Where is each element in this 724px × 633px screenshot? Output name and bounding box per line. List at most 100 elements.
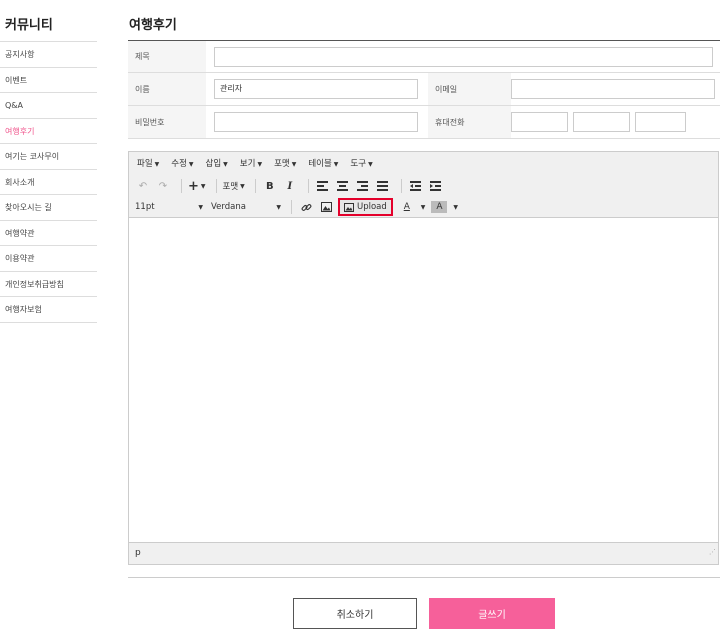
sidebar-item-directions[interactable]: 찾아오시는 길 [0, 195, 97, 221]
insert-plus-icon[interactable]: + ▼ [188, 178, 206, 194]
outdent-svg [410, 181, 422, 191]
sidebar-item-about[interactable]: 회사소개 [0, 170, 97, 195]
indent-svg [430, 181, 442, 191]
caret-down-icon: ▼ [240, 182, 245, 190]
sidebar-item-koh-samui[interactable]: 여기는 코사무이 [0, 144, 97, 170]
bottom-divider [128, 577, 720, 578]
image-icon[interactable] [318, 199, 334, 215]
align-justify-icon[interactable] [375, 178, 391, 194]
menu-file[interactable]: 파일 ▼ [137, 157, 159, 169]
menu-insert[interactable]: 삽입 ▼ [206, 157, 228, 169]
caret-down-icon: ▼ [188, 161, 194, 168]
menu-table-label: 테이블 [308, 159, 332, 169]
phone-input-3[interactable] [635, 112, 686, 132]
sidebar-menu: 공지사항 이벤트 Q&A 여행후기 여기는 코사무이 회사소개 찾아오시는 길 … [0, 41, 97, 323]
caret-down-icon[interactable]: ▼ [421, 204, 426, 211]
menu-table[interactable]: 테이블 ▼ [308, 157, 338, 169]
caret-down-icon: ▼ [368, 161, 373, 168]
caret-down-icon: ▼ [333, 161, 339, 168]
caret-down-icon[interactable]: ▼ [453, 204, 458, 211]
menu-view[interactable]: 보기 ▼ [240, 157, 262, 169]
outdent-icon[interactable] [408, 178, 424, 194]
phone-label: 휴대전화 [428, 106, 511, 138]
align-justify-svg [377, 181, 389, 191]
sidebar-item-insurance[interactable]: 여행자보험 [0, 297, 97, 323]
phone-input-2[interactable] [573, 112, 630, 132]
redo-icon[interactable]: ↷ [155, 178, 171, 194]
upload-image-icon [344, 202, 354, 212]
sidebar-item-event[interactable]: 이벤트 [0, 68, 97, 93]
sidebar-item-terms-of-use[interactable]: 이용약관 [0, 246, 97, 272]
font-size-dropdown[interactable]: 11pt ▼ [135, 199, 203, 215]
editor-statusbar: p ⋰ [129, 542, 718, 564]
italic-icon[interactable]: I [282, 178, 298, 194]
font-family-value: Verdana [211, 202, 246, 212]
caret-down-icon: ▼ [276, 203, 281, 211]
subject-row: 제목 [128, 41, 720, 73]
subject-label: 제목 [128, 41, 206, 72]
menu-view-label: 보기 [239, 159, 256, 169]
align-center-svg [337, 181, 349, 191]
email-input[interactable] [511, 79, 715, 99]
toolbar-divider [400, 179, 402, 193]
align-right-svg [357, 181, 369, 191]
caret-down-icon: ▼ [200, 182, 206, 190]
font-size-value: 11pt [135, 202, 155, 212]
caret-down-icon: ▼ [223, 161, 228, 168]
cancel-button[interactable]: 취소하기 [293, 598, 417, 629]
sidebar-item-privacy[interactable]: 개인정보취급방침 [0, 272, 97, 297]
menu-file-label: 파일 [137, 159, 153, 169]
align-left-svg [317, 181, 329, 191]
rich-text-editor: 파일 ▼ 수정 ▼ 삽입 ▼ 보기 ▼ 포맷 ▼ 테이블 ▼ 도구 ▼ ↶ ↷ + ▼ 포맷 ▼ … [128, 151, 719, 565]
phone-input-1[interactable] [511, 112, 568, 132]
font-family-dropdown[interactable]: Verdana ▼ [211, 199, 281, 215]
password-phone-row: 비밀번호 휴대전화 [128, 106, 720, 139]
caret-down-icon: ▼ [257, 161, 263, 168]
password-label: 비밀번호 [128, 106, 206, 138]
name-input[interactable]: 관리자 [214, 79, 418, 99]
sidebar-item-travel-review[interactable]: 여행후기 [0, 119, 97, 144]
indent-icon[interactable] [428, 178, 444, 194]
toolbar-divider [291, 200, 292, 214]
write-button[interactable]: 글쓰기 [429, 598, 555, 629]
upload-label: Upload [357, 202, 387, 212]
password-input[interactable] [214, 112, 418, 132]
background-color-icon[interactable]: A [431, 201, 448, 213]
sidebar-item-notice[interactable]: 공지사항 [0, 42, 97, 68]
menu-edit[interactable]: 수정 ▼ [171, 157, 193, 169]
sidebar-item-travel-terms[interactable]: 여행약관 [0, 221, 97, 246]
toolbar-divider [181, 179, 182, 193]
upload-button[interactable]: Upload [338, 198, 393, 216]
caret-down-icon: ▼ [291, 161, 297, 168]
bold-icon[interactable]: B [262, 178, 278, 194]
resize-grip-icon[interactable]: ⋰ [709, 542, 716, 562]
sidebar-title: 커뮤니티 [5, 18, 53, 33]
menu-format-label: 포맷 [274, 159, 290, 169]
name-email-row: 이름 관리자 이메일 [128, 73, 720, 106]
name-label: 이름 [128, 73, 206, 105]
sidebar-item-qna[interactable]: Q&A [0, 93, 97, 119]
align-right-icon[interactable] [355, 178, 371, 194]
toolbar-divider [307, 179, 309, 193]
menu-edit-label: 수정 [171, 159, 187, 169]
caret-down-icon: ▼ [154, 161, 160, 168]
format-dropdown-label: 포맷 [222, 182, 239, 192]
menu-format[interactable]: 포맷 ▼ [274, 157, 296, 169]
caret-down-icon: ▼ [198, 203, 203, 211]
menu-tools[interactable]: 도구 ▼ [350, 157, 372, 169]
menu-tools-label: 도구 [350, 159, 367, 169]
format-dropdown[interactable]: 포맷 ▼ [223, 178, 245, 194]
link-icon[interactable] [298, 199, 314, 215]
subject-input[interactable] [214, 46, 713, 67]
review-form: 제목 이름 관리자 이메일 비밀번호 휴대전화 [128, 40, 720, 139]
align-left-icon[interactable] [315, 178, 331, 194]
editor-toolbar: 파일 ▼ 수정 ▼ 삽입 ▼ 보기 ▼ 포맷 ▼ 테이블 ▼ 도구 ▼ ↶ ↷ + ▼ 포맷 ▼ … [129, 152, 718, 218]
editor-content-area[interactable] [129, 218, 718, 542]
editor-toolbar-row-2: 11pt ▼ Verdana ▼ Upload A ▼ A ▼ [135, 198, 458, 216]
editor-toolbar-row-1: ↶ ↷ + ▼ 포맷 ▼ B I [135, 178, 448, 194]
undo-icon[interactable]: ↶ [135, 178, 151, 194]
align-center-icon[interactable] [335, 178, 351, 194]
text-color-icon[interactable]: A [399, 199, 415, 215]
link-svg [301, 203, 311, 211]
toolbar-divider [215, 179, 217, 193]
